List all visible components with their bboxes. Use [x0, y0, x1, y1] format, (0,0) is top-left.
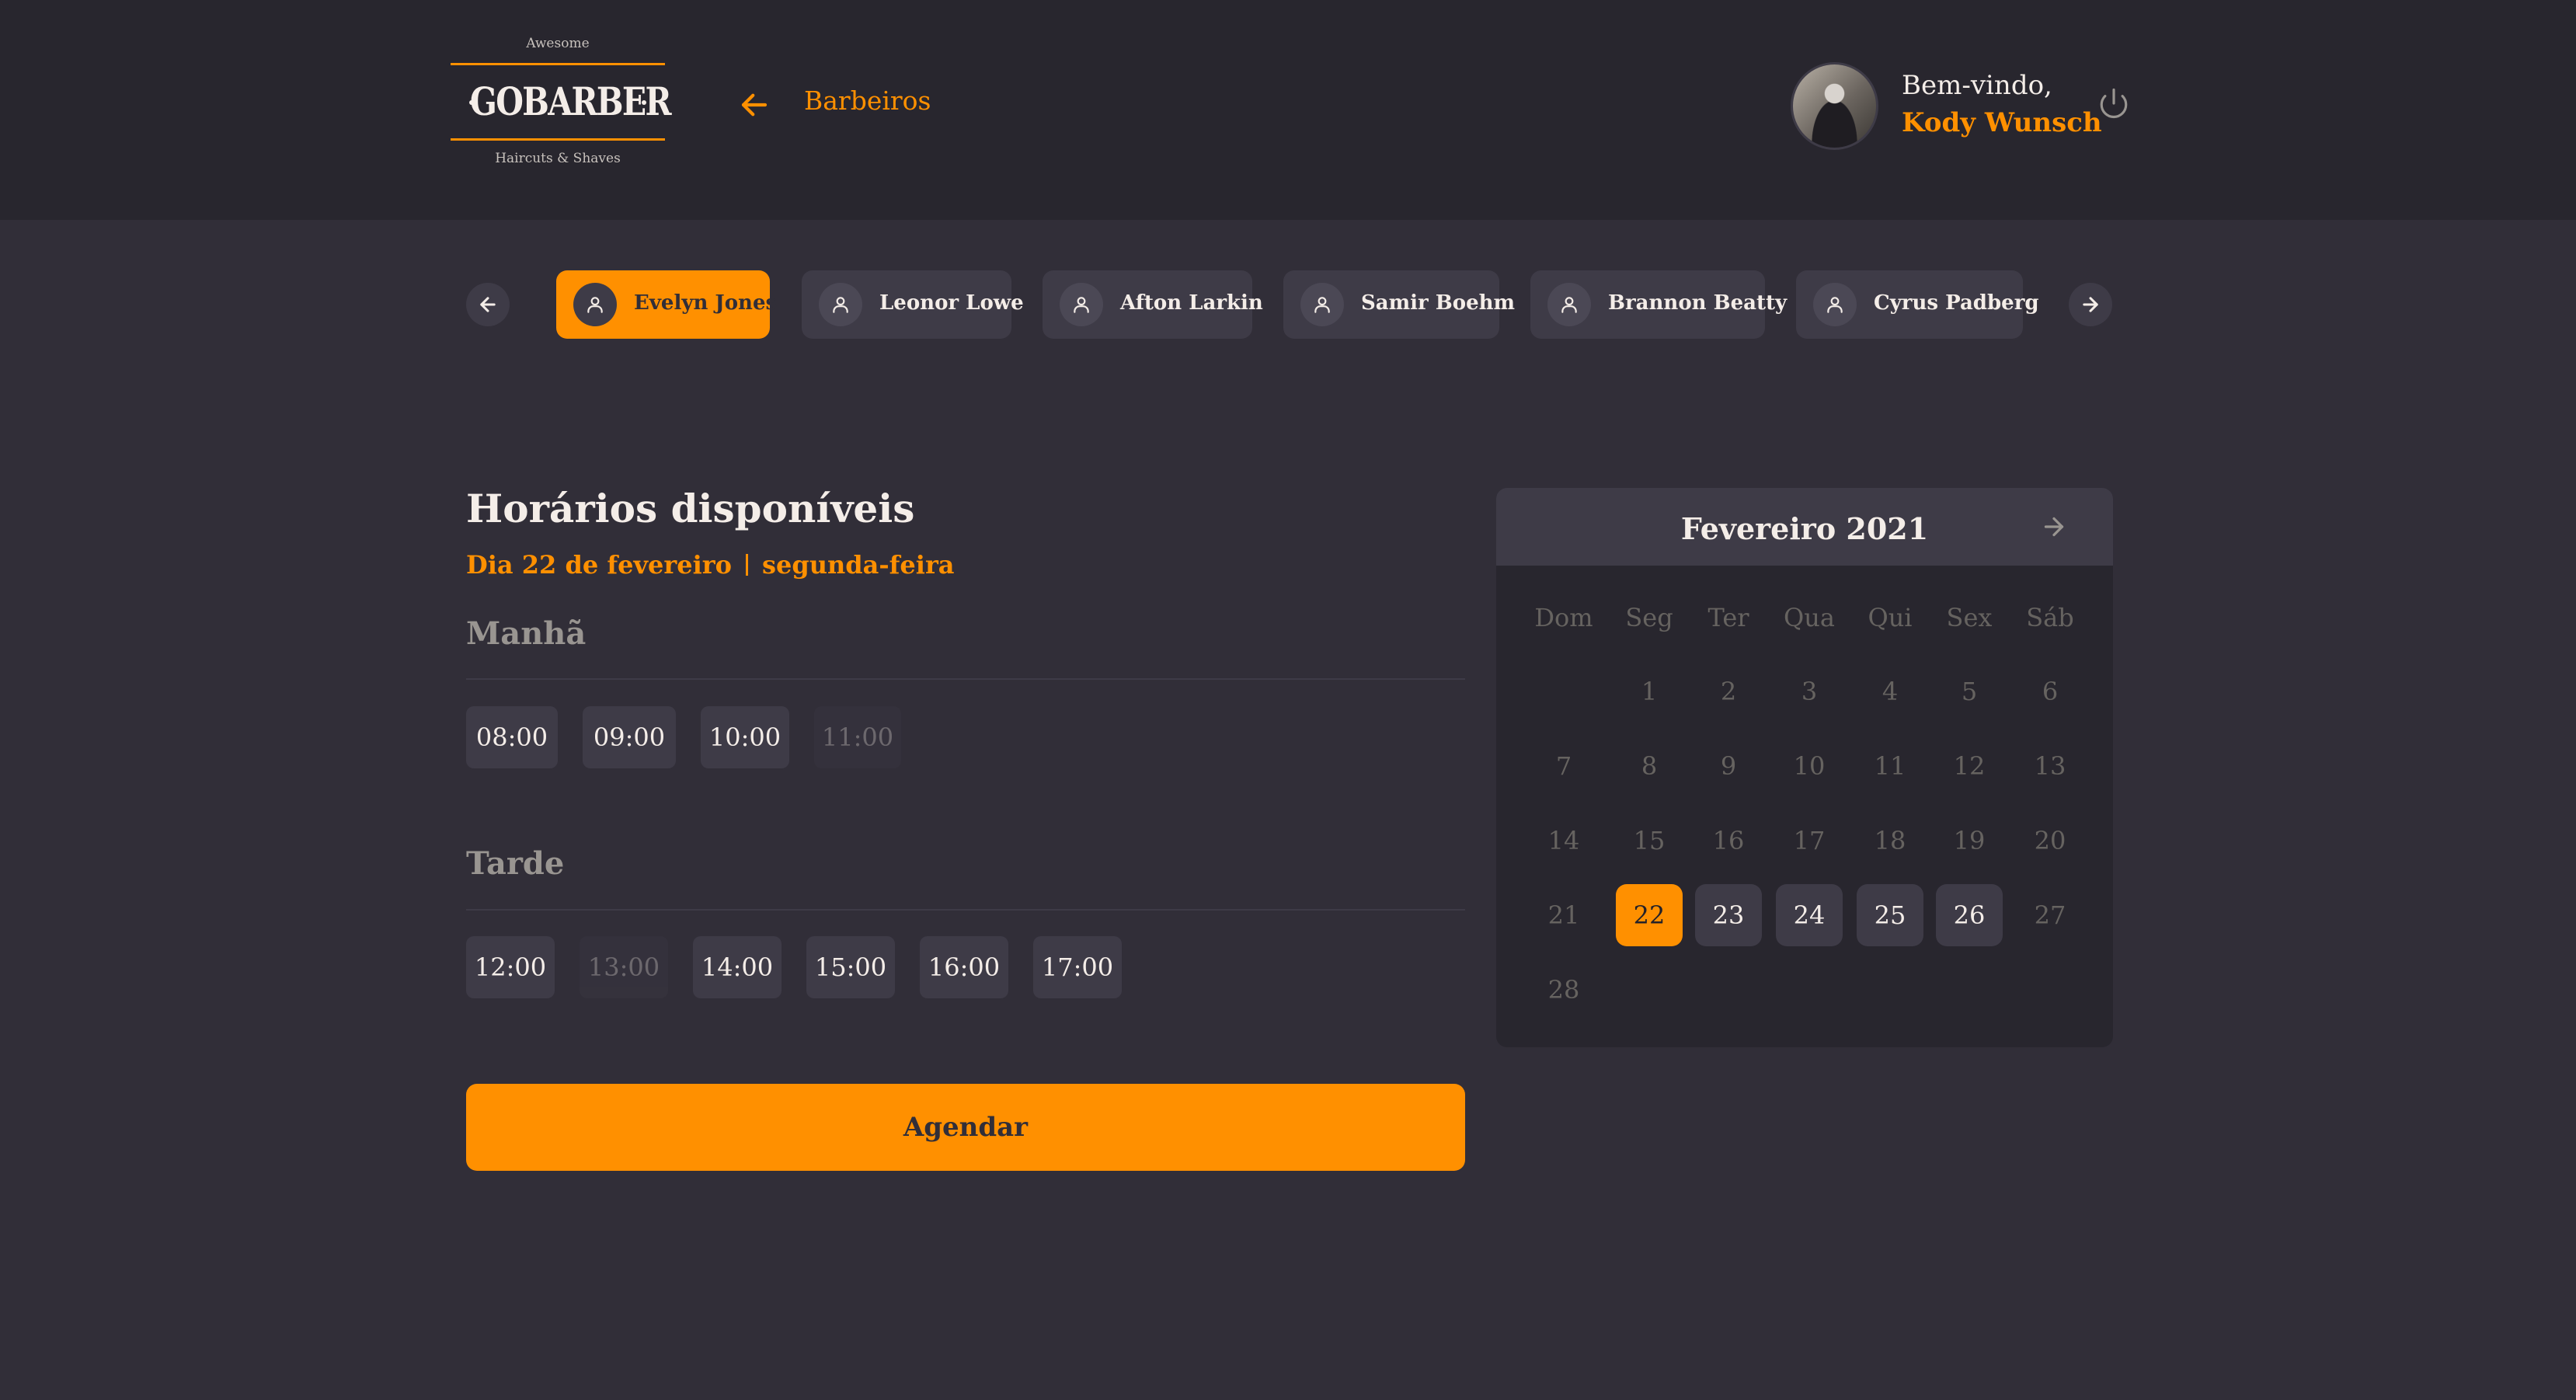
time-slot-afternoon[interactable]: 14:00 [693, 936, 782, 998]
calendar-next-month-icon[interactable] [2040, 513, 2068, 541]
user-icon [819, 283, 862, 326]
selected-weekday-text: segunda-feira [761, 550, 955, 580]
barber-chip-samir-boehm[interactable]: Samir Boehm [1283, 270, 1515, 339]
logo-tagline-bottom: Haircuts & Shaves [495, 151, 621, 166]
barber-chip-brannon-beatty[interactable]: Brannon Beatty [1530, 270, 1787, 339]
user-name-link[interactable]: Kody Wunsch [1902, 107, 2102, 138]
user-icon [1813, 283, 1857, 326]
calendar-day: 1 [1641, 677, 1658, 706]
welcome-text: Bem-vindo, [1902, 70, 2052, 101]
calendar-month-label: Fevereiro 2021 [1680, 511, 1929, 546]
calendar-day: 4 [1882, 677, 1899, 706]
calendar-day: 5 [1961, 677, 1978, 706]
time-slot-afternoon[interactable]: 16:00 [920, 936, 1008, 998]
weekday-label: Qui [1868, 603, 1913, 632]
calendar-day: 27 [2034, 900, 2066, 930]
time-slot-afternoon[interactable]: 12:00 [466, 936, 555, 998]
power-icon[interactable] [2097, 87, 2130, 120]
barber-name: Afton Larkin [1120, 291, 1263, 315]
barber-name: Evelyn Jones [634, 291, 778, 315]
arrow-left-icon [480, 297, 496, 312]
user-avatar[interactable] [1791, 62, 1878, 150]
calendar-day: 16 [1712, 826, 1745, 855]
user-icon [1300, 283, 1344, 326]
barber-name: Brannon Beatty [1608, 291, 1788, 315]
barber-chip-leonor-lowe[interactable]: Leonor Lowe [802, 270, 1024, 339]
afternoon-divider [466, 909, 1465, 911]
time-slot-morning[interactable]: 10:00 [701, 706, 789, 768]
calendar-day-available[interactable]: 23 [1695, 884, 1762, 946]
weekday-label: Sex [1946, 603, 1993, 632]
barber-name: Samir Boehm [1361, 291, 1516, 315]
logo-rule-bottom [451, 138, 665, 141]
time-slot-morning[interactable]: 09:00 [583, 706, 676, 768]
morning-title: Manhã [466, 615, 587, 652]
weekday-label: Seg [1625, 603, 1673, 632]
user-icon [573, 283, 617, 326]
weekday-label: Sáb [2026, 603, 2074, 632]
calendar-day: 13 [2034, 751, 2066, 781]
date-separator [745, 554, 748, 576]
logo-tagline-top: Awesome [526, 36, 590, 51]
calendar-day: 17 [1793, 826, 1826, 855]
page: Awesome GOBARBER Haircuts & Shaves Barbe… [0, 0, 2576, 1400]
calendar-day: 15 [1633, 826, 1666, 855]
time-slot-morning-disabled: 11:00 [814, 706, 901, 768]
barber-chip-evelyn-jones[interactable]: Evelyn Jones [556, 270, 777, 339]
calendar-day-available[interactable]: 25 [1857, 884, 1923, 946]
selected-day-text: Dia 22 de fevereiro [466, 550, 732, 580]
calendar: Fevereiro 2021 Dom Seg Ter Qua Qui Sex Sáb 1 2 3 4… [1496, 488, 2113, 1047]
back-arrow-icon[interactable] [738, 89, 771, 121]
time-slot-afternoon[interactable]: 17:00 [1033, 936, 1122, 998]
calendar-day: 7 [1555, 751, 1572, 781]
calendar-day-available[interactable]: 26 [1936, 884, 2003, 946]
user-icon [1547, 283, 1591, 326]
user-icon [1060, 283, 1103, 326]
calendar-day: 2 [1720, 677, 1737, 706]
calendar-day: 21 [1547, 900, 1580, 930]
time-slot-afternoon-disabled: 13:00 [580, 936, 668, 998]
calendar-day: 12 [1953, 751, 1986, 781]
app-header: Awesome GOBARBER Haircuts & Shaves Barbe… [0, 0, 2576, 220]
schedule-title: Horários disponíveis [466, 486, 915, 531]
afternoon-title: Tarde [466, 845, 565, 882]
calendar-day: 28 [1547, 975, 1580, 1005]
calendar-day: 20 [2034, 826, 2066, 855]
calendar-day: 3 [1801, 677, 1818, 706]
calendar-day: 19 [1953, 826, 1986, 855]
calendar-day: 6 [2042, 677, 2059, 706]
calendar-day: 10 [1793, 751, 1826, 781]
logo-dot-right [642, 100, 646, 105]
carousel-next-button[interactable] [2069, 283, 2112, 326]
carousel-prev-button[interactable] [466, 283, 510, 326]
calendar-day: 18 [1874, 826, 1906, 855]
weekday-label: Ter [1707, 603, 1749, 632]
barber-chip-cyrus-padberg[interactable]: Cyrus Padberg [1796, 270, 2039, 339]
time-slot-morning[interactable]: 08:00 [466, 706, 558, 768]
gobarber-logo: Awesome GOBARBER Haircuts & Shaves [451, 36, 672, 169]
nav-title-barbeiros[interactable]: Barbeiros [804, 85, 931, 116]
time-slot-afternoon[interactable]: 15:00 [806, 936, 895, 998]
calendar-day: 11 [1874, 751, 1906, 781]
barber-name: Cyrus Padberg [1874, 291, 2039, 315]
weekday-label: Dom [1534, 603, 1593, 632]
calendar-day-available[interactable]: 24 [1776, 884, 1843, 946]
weekday-label: Qua [1784, 603, 1835, 632]
calendar-day: 9 [1720, 751, 1737, 781]
calendar-day-selected[interactable]: 22 [1616, 884, 1683, 946]
selected-date-line: Dia 22 de fevereiro segunda-feira [466, 550, 955, 580]
logo-rule-top [451, 63, 665, 65]
calendar-day: 8 [1641, 751, 1658, 781]
schedule-submit-button[interactable]: Agendar [466, 1084, 1465, 1171]
calendar-header: Fevereiro 2021 [1496, 488, 2113, 566]
morning-divider [466, 678, 1465, 680]
arrow-right-icon [2083, 297, 2098, 312]
calendar-day: 14 [1547, 826, 1580, 855]
barber-name: Leonor Lowe [879, 291, 1024, 315]
logo-brand: GOBARBER [469, 78, 672, 124]
barber-chip-afton-larkin[interactable]: Afton Larkin [1043, 270, 1263, 339]
